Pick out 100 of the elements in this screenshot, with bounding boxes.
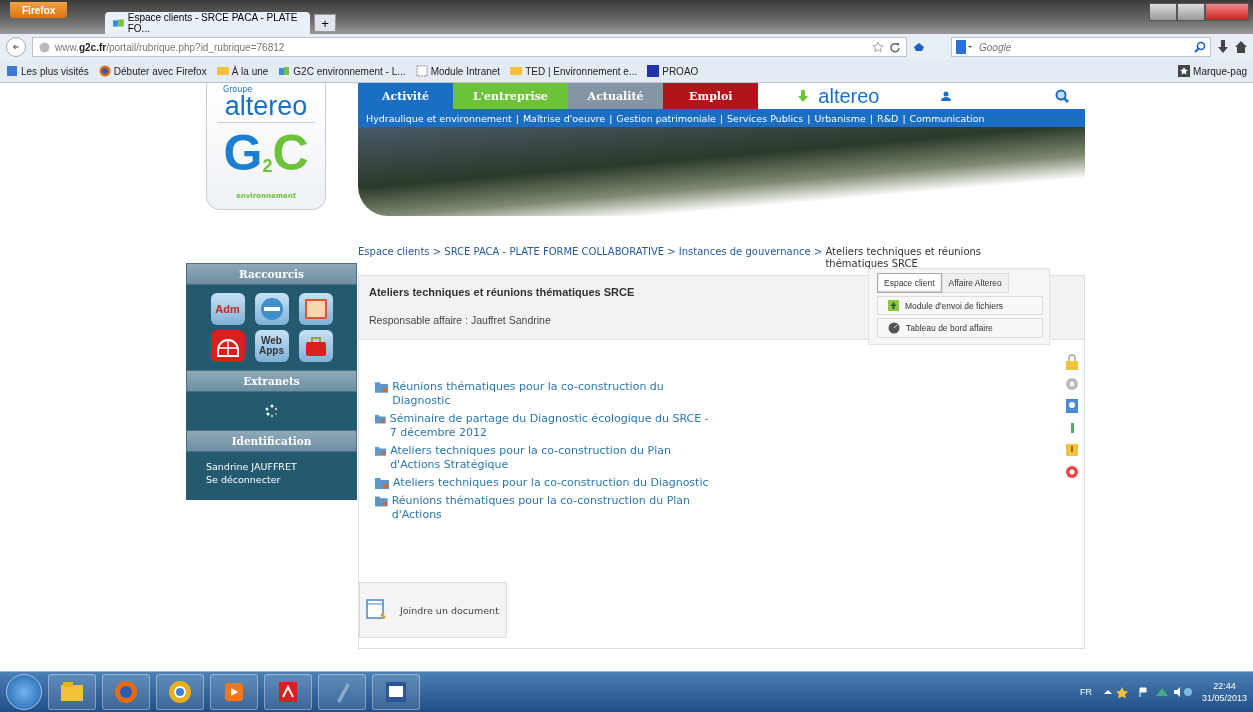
nav-tab[interactable]: Activité — [358, 83, 453, 109]
subnav-link[interactable]: Services Publics — [727, 112, 804, 124]
back-arrow-icon — [13, 42, 19, 52]
url-text: www.g2c.fr/portail/rubrique.php?id_rubrique=76812 — [55, 41, 286, 53]
taskbar-button[interactable] — [372, 674, 420, 710]
search-icon[interactable] — [1194, 41, 1206, 53]
document-link[interactable]: Ateliers techniques pour la co-construction du Diagnostic — [375, 476, 710, 490]
document-link[interactable]: Réunions thématiques pour la co-construction du Diagnostic — [375, 380, 710, 408]
popup-tab[interactable]: Espace client — [877, 273, 942, 293]
briefcase-icon — [303, 335, 328, 357]
section-header: Identification — [186, 430, 357, 452]
document-link[interactable]: Réunions thématiques pour la co-construction du Plan d'Actions — [375, 494, 710, 522]
blank-page-icon — [415, 65, 428, 77]
subnav-link[interactable]: Gestion patrimoniale — [616, 112, 716, 124]
document-link[interactable]: Ateliers techniques pour la co-construction du Plan d'Actions Stratégique — [375, 444, 710, 472]
page-icon — [6, 65, 18, 77]
subnav-separator: | — [807, 112, 811, 124]
subnav-link[interactable]: Urbanisme — [814, 112, 866, 124]
logo-text: altereo — [216, 94, 316, 123]
close-button[interactable] — [1205, 3, 1249, 21]
browser-tab[interactable]: Espace clients - SRCE PACA - PLATE FO... — [105, 12, 310, 34]
frame-icon — [303, 297, 328, 321]
subnav-separator: | — [609, 112, 613, 124]
search-document-icon[interactable] — [1064, 398, 1080, 414]
star-icon[interactable] — [872, 41, 884, 53]
new-tab-button[interactable]: + — [314, 14, 336, 32]
search-field[interactable]: Google — [951, 37, 1211, 57]
subnav-link[interactable]: Communication — [909, 112, 985, 124]
upload-icon — [888, 300, 899, 311]
shortcut-button[interactable] — [298, 293, 333, 325]
popup-tab[interactable]: Affaire Altereo — [941, 273, 1009, 293]
subnav-separator: | — [719, 112, 724, 124]
address-bar[interactable]: www.g2c.fr/portail/rubrique.php?id_rubrique=76812 — [32, 37, 907, 57]
attach-document-button[interactable]: Joindre un document — [359, 582, 507, 638]
site-icon — [278, 65, 291, 77]
search-icon[interactable] — [1055, 89, 1069, 103]
folder-icon — [375, 476, 389, 489]
word-icon — [383, 679, 409, 705]
folder-icon — [375, 412, 386, 425]
firefox-icon — [98, 65, 111, 77]
manager-text: Responsable affaire : Jauffret Sandrine — [369, 314, 551, 326]
document-icon — [366, 599, 386, 621]
taskbar-button[interactable] — [264, 674, 312, 710]
breadcrumb-link[interactable]: SRCE PACA - PLATE FORME COLLABORATIVE — [444, 246, 665, 257]
shortcut-button[interactable]: Web Apps — [254, 330, 289, 362]
breadcrumb-separator: > — [813, 246, 823, 257]
minimize-button[interactable] — [1149, 3, 1177, 21]
bookmarks-menu[interactable]: Marque-pag — [1178, 65, 1247, 77]
logo-text: Groupe — [223, 85, 253, 94]
gauge-icon — [888, 322, 900, 334]
bookmark-link[interactable]: À la une — [216, 65, 269, 77]
firefox-icon — [113, 679, 139, 705]
bookmark-link[interactable]: PROAO — [647, 65, 699, 77]
home-icon[interactable] — [1235, 41, 1247, 53]
loading-spinner-icon — [264, 404, 279, 418]
breadcrumb-separator: > — [667, 246, 676, 257]
back-button[interactable] — [6, 37, 26, 57]
clock[interactable]: 22:44 31/05/2013 — [1201, 680, 1247, 704]
shortcut-button[interactable] — [298, 330, 333, 362]
sync-icon[interactable] — [913, 42, 925, 52]
folder-icon — [375, 380, 389, 393]
bookmark-link[interactable]: G2C environnement - L... — [278, 65, 406, 77]
document-link[interactable]: Séminaire de partage du Diagnostic écologique du SRCE - 7 décembre 2012 — [375, 412, 710, 440]
folder-icon — [510, 65, 523, 77]
taskbar-button[interactable] — [102, 674, 150, 710]
chrome-icon — [167, 679, 193, 705]
lifebuoy-icon[interactable] — [1064, 464, 1080, 480]
subnav-link[interactable]: Maîtrise d'oeuvre — [522, 112, 606, 124]
popup-menu-item[interactable]: Module d'envoi de fichiers — [877, 296, 1043, 315]
maximize-button[interactable] — [1177, 3, 1205, 21]
arrow-down-icon — [798, 90, 809, 102]
breadcrumb-link[interactable]: Espace clients — [358, 246, 430, 257]
folder-icon — [375, 444, 387, 457]
bookmark-link[interactable]: Les plus visités — [6, 65, 89, 77]
breadcrumb-link[interactable]: Instances de gouvernance — [678, 246, 811, 257]
folder-icon — [375, 494, 388, 507]
bookmark-link[interactable]: Débuter avec Firefox — [98, 65, 207, 77]
shortcut-button[interactable] — [254, 293, 289, 325]
search-engine-icon — [956, 40, 972, 54]
time-text: 22:44 — [1213, 680, 1236, 692]
language-indicator[interactable]: FR — [1079, 687, 1092, 697]
start-button[interactable] — [6, 674, 42, 710]
taskbar-button[interactable] — [156, 674, 204, 710]
shortcut-button[interactable] — [210, 330, 245, 362]
subnav-separator: | — [902, 112, 906, 124]
logout-link[interactable]: Se déconnecter — [206, 473, 281, 486]
subnav-link[interactable]: Hydraulique et environnement — [366, 112, 512, 124]
bookmark-link[interactable]: Module Intranet — [415, 65, 501, 77]
bookmark-link[interactable]: TED | Environnement e... — [510, 65, 638, 77]
nav-tab[interactable]: Emploi — [663, 83, 759, 109]
subnav-separator: | — [869, 112, 874, 124]
panel-title: Ateliers techniques et réunions thématiques SRCE — [369, 286, 635, 298]
reload-icon[interactable] — [889, 41, 900, 53]
star-icon — [1178, 65, 1191, 77]
folder-icon — [216, 65, 229, 77]
warning-icon[interactable] — [1064, 442, 1080, 458]
taskbar-button[interactable] — [48, 674, 96, 710]
subnav-link[interactable]: R&D — [877, 112, 899, 124]
download-icon[interactable] — [1217, 40, 1229, 54]
popup-menu-item[interactable]: Tableau de bord affaire — [877, 318, 1043, 338]
